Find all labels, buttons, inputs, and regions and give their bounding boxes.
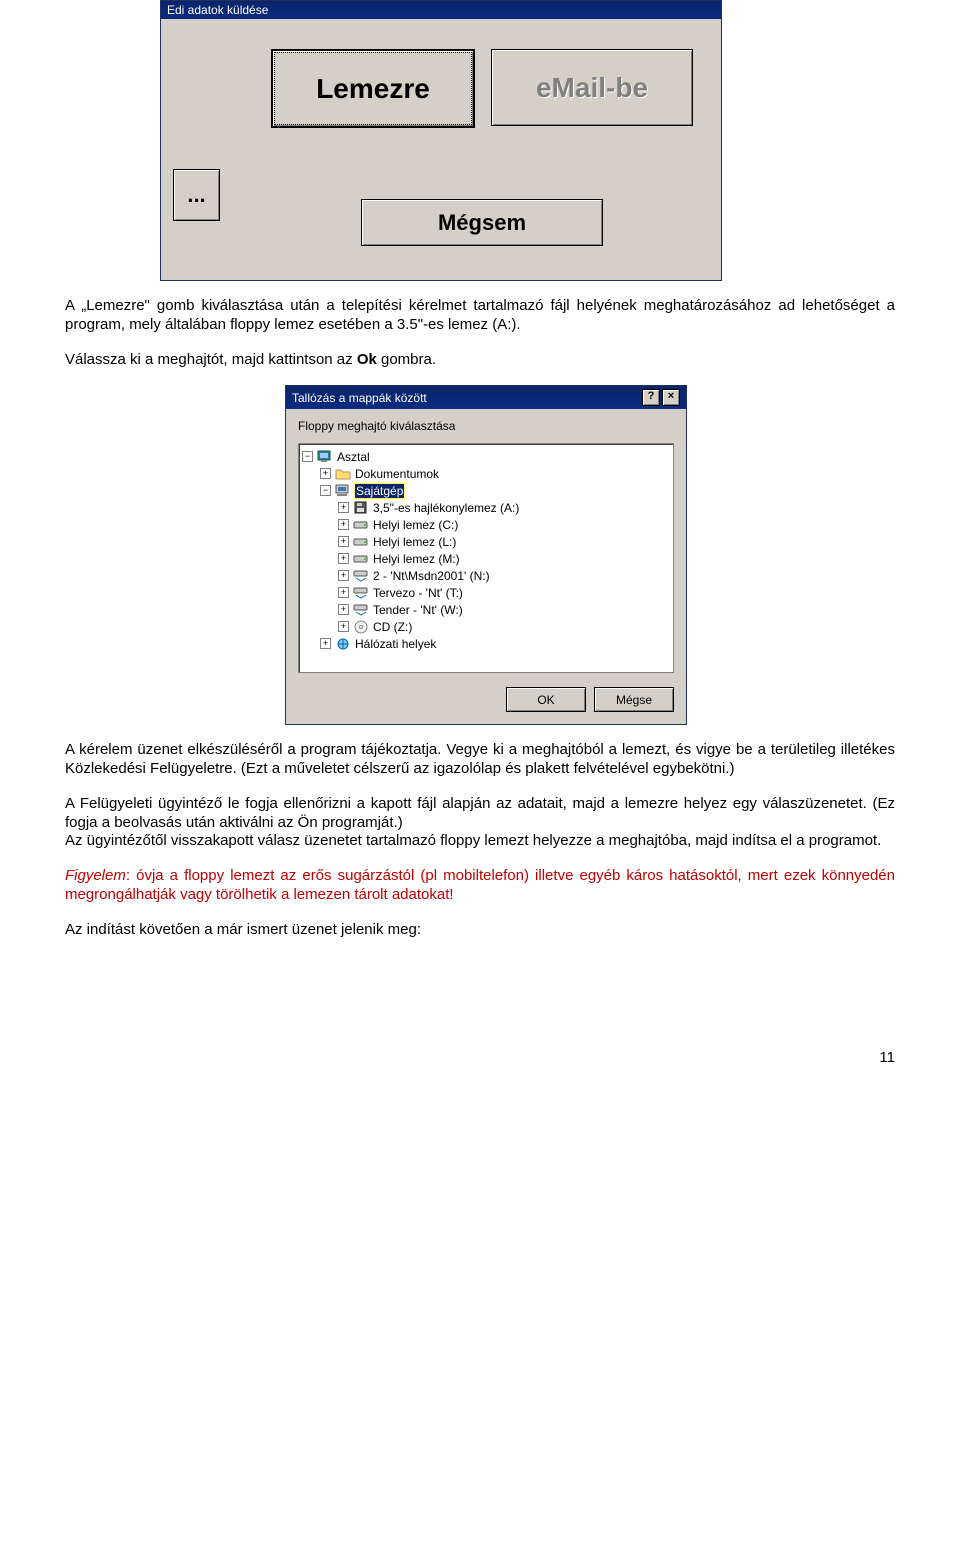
network-icon xyxy=(335,637,351,651)
send-edi-dialog: Edi adatok küldése Lemezre eMail-be ... … xyxy=(160,0,722,281)
tree-node[interactable]: +3,5"-es hajlékonylemez (A:) xyxy=(302,499,670,516)
collapse-icon[interactable]: − xyxy=(302,451,313,462)
folder-tree[interactable]: −Asztal+Dokumentumok−Sajátgép+3,5"-es ha… xyxy=(298,443,674,673)
dialog2-body: Floppy meghajtó kiválasztása − Asztal + Dok… xyxy=(286,409,686,724)
tree-node[interactable]: + Tender - 'Nt' (W:) xyxy=(302,601,670,618)
tree-node-label: Asztal xyxy=(337,450,370,464)
to-email-button[interactable]: eMail-be xyxy=(491,49,693,126)
desktop-icon xyxy=(317,450,333,464)
tree-node[interactable]: − Asztal xyxy=(302,448,670,465)
warning-label: Figyelem xyxy=(65,867,126,884)
expand-icon[interactable]: + xyxy=(338,536,349,547)
floppy-icon xyxy=(353,501,369,515)
expand-icon[interactable]: + xyxy=(338,604,349,615)
body-paragraph-6: Az indítást követően a már ismert üzenet… xyxy=(65,921,895,940)
tree-node[interactable]: − Sajátgép xyxy=(302,482,670,499)
tree-node-label: CD (Z:) xyxy=(373,620,412,634)
dialog2-titlebar: Tallózás a mappák között ? × xyxy=(286,386,686,409)
hdd-icon xyxy=(353,552,369,566)
to-disk-label: Lemezre xyxy=(316,73,430,105)
collapse-icon[interactable]: − xyxy=(320,485,331,496)
expand-icon[interactable]: + xyxy=(320,638,331,649)
browse-folders-dialog: Tallózás a mappák között ? × Floppy megh… xyxy=(285,385,687,725)
dialog-body: Lemezre eMail-be ... Mégsem xyxy=(161,19,721,280)
dialog2-buttons: OK Mégse xyxy=(298,687,674,712)
tree-node-label: Hálózati helyek xyxy=(355,637,436,651)
cancel-button[interactable]: Mégsem xyxy=(361,199,603,246)
dialog2-title: Tallózás a mappák között xyxy=(292,391,640,405)
tree-node-label: Dokumentumok xyxy=(355,467,439,481)
expand-icon[interactable]: + xyxy=(338,621,349,632)
more-button[interactable]: ... xyxy=(173,169,220,221)
tree-node-label: Helyi lemez (M:) xyxy=(373,552,460,566)
hdd-icon xyxy=(353,535,369,549)
expand-icon[interactable]: + xyxy=(338,587,349,598)
tree-node[interactable]: + Helyi lemez (M:) xyxy=(302,550,670,567)
expand-icon[interactable]: + xyxy=(338,502,349,513)
page-number: 11 xyxy=(65,1049,895,1066)
netdrive-icon xyxy=(353,569,369,583)
tree-node[interactable]: + Tervezo - 'Nt' (T:) xyxy=(302,584,670,601)
tree-node[interactable]: + CD (Z:) xyxy=(302,618,670,635)
body-paragraph-2: Válassza ki a meghajtót, majd kattintson… xyxy=(65,351,895,370)
expand-icon[interactable]: + xyxy=(338,570,349,581)
to-disk-button[interactable]: Lemezre xyxy=(271,49,475,128)
dialog2-prompt: Floppy meghajtó kiválasztása xyxy=(298,419,674,433)
body-paragraph-3: A kérelem üzenet elkészüléséről a progra… xyxy=(65,741,895,779)
netdrive-icon xyxy=(353,603,369,617)
body-paragraph-1: A „Lemezre" gomb kiválasztása után a tel… xyxy=(65,297,895,335)
tree-node-label: Helyi lemez (C:) xyxy=(373,518,458,532)
tree-node-label: 3,5"-es hajlékonylemez (A:) xyxy=(373,501,519,515)
expand-icon[interactable]: + xyxy=(320,468,331,479)
cd-icon xyxy=(353,620,369,634)
cancel-label: Mégsem xyxy=(438,210,526,236)
expand-icon[interactable]: + xyxy=(338,553,349,564)
tree-node-label: 2 - 'Nt\Msdn2001' (N:) xyxy=(373,569,490,583)
cancel2-button[interactable]: Mégse xyxy=(594,687,674,712)
tree-node-label: Sajátgép xyxy=(355,484,404,498)
tree-node[interactable]: +2 - 'Nt\Msdn2001' (N:) xyxy=(302,567,670,584)
netdrive-icon xyxy=(353,586,369,600)
close-button[interactable]: × xyxy=(662,389,680,406)
tree-node[interactable]: + Dokumentumok xyxy=(302,465,670,482)
body-paragraph-4: A Felügyeleti ügyintéző le fogja ellenőr… xyxy=(65,795,895,851)
to-email-label: eMail-be xyxy=(536,72,648,104)
warning-paragraph: Figyelem: óvja a floppy lemezt az erős s… xyxy=(65,867,895,905)
tree-node-label: Tervezo - 'Nt' (T:) xyxy=(373,586,463,600)
computer-icon xyxy=(335,484,351,498)
dialog-title: Edi adatok küldése xyxy=(161,1,721,19)
tree-node[interactable]: + Helyi lemez (C:) xyxy=(302,516,670,533)
hdd-icon xyxy=(353,518,369,532)
ok-button[interactable]: OK xyxy=(506,687,586,712)
expand-icon[interactable]: + xyxy=(338,519,349,530)
folder-icon xyxy=(335,467,351,481)
tree-node-label: Tender - 'Nt' (W:) xyxy=(373,603,463,617)
tree-node[interactable]: + Hálózati helyek xyxy=(302,635,670,652)
help-button[interactable]: ? xyxy=(642,389,660,406)
tree-node[interactable]: + Helyi lemez (L:) xyxy=(302,533,670,550)
more-label: ... xyxy=(187,182,205,208)
tree-node-label: Helyi lemez (L:) xyxy=(373,535,456,549)
